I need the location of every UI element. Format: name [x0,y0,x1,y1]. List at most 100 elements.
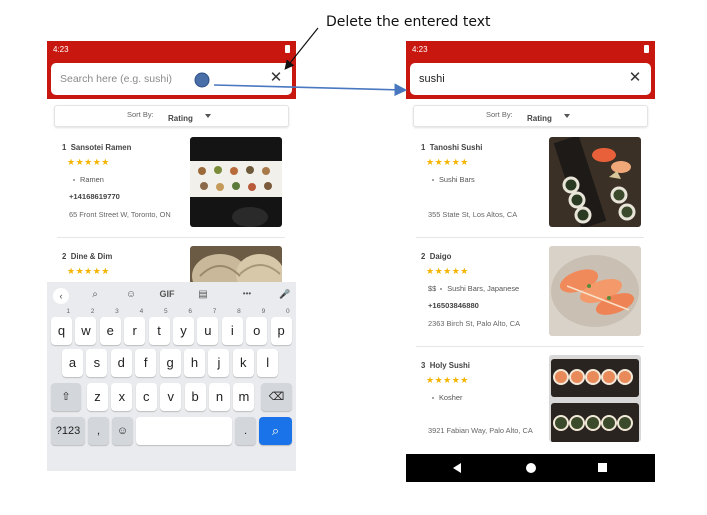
comma-key[interactable]: , [88,417,109,445]
more-icon[interactable]: ••• [238,289,256,298]
home-icon[interactable] [526,463,536,473]
sort-dropdown[interactable]: Sort By: Rating [413,105,648,127]
key-number-hint: 5 [163,308,168,315]
key-number-hint: 8 [237,308,241,315]
key-q[interactable]: q1 [51,308,72,345]
sort-label: Sort By: [127,110,154,119]
salmon-sashimi-photo[interactable] [549,246,641,336]
clear-search-icon[interactable]: ✕ [268,70,284,86]
sort-value[interactable]: Rating [168,114,193,123]
result-category: Sushi Bars [432,175,475,184]
chevron-down-icon[interactable] [564,114,570,118]
key-s[interactable]: s [86,349,108,377]
key-d[interactable]: d [110,349,132,377]
search-key[interactable]: ⌕ [259,417,292,445]
result-phone[interactable]: +14168619770 [69,192,120,201]
key-p[interactable]: p0 [270,308,292,345]
result-address: 3921 Fabian Way, Palo Alto, CA [428,426,533,435]
key-o[interactable]: o9 [246,308,268,345]
key-number-hint: 9 [261,308,266,315]
key-number-hint: 6 [188,308,192,315]
key-m[interactable]: m [233,383,255,411]
key-n[interactable]: n [209,383,230,411]
key-t[interactable]: t5 [148,308,170,345]
sort-value[interactable]: Rating [527,114,552,123]
key-g[interactable]: g [159,349,181,377]
divider [416,346,644,347]
clipboard-icon[interactable]: ▤ [194,289,212,300]
right-screen: 4:23 sushi ✕ Sort By: Rating 1 Tanoshi S… [406,41,655,482]
key-a[interactable]: a [62,349,83,377]
recent-apps-icon[interactable] [598,463,607,472]
period-key[interactable]: . [235,417,256,445]
key-r[interactable]: r4 [124,308,146,345]
bullet-icon [73,179,75,182]
search-box[interactable]: Search here (e.g. sushi) ✕ [51,63,292,95]
key-u[interactable]: u7 [197,308,219,345]
rating-stars: ★★★★★ [67,266,110,276]
space-bar[interactable] [136,417,232,445]
key-x[interactable]: x [111,383,133,411]
key-z[interactable]: z [87,383,108,411]
key-c[interactable]: c [135,383,157,411]
search-box[interactable]: sushi ✕ [410,63,651,95]
sticker-icon[interactable]: ☺ [122,289,140,300]
key-k[interactable]: k [232,349,254,377]
divider [57,237,285,238]
divider [416,237,644,238]
bullet-icon [432,179,434,182]
chevron-down-icon[interactable] [205,114,211,118]
key-number-hint: 7 [212,308,217,315]
bullet-icon [432,397,434,400]
annotation-label: Delete the entered text [326,14,491,30]
result-address: 355 State St, Los Altos, CA [428,210,518,219]
bullet-icon [440,288,443,291]
battery-icon [644,45,649,53]
shift-key[interactable]: ⇧ [51,383,81,411]
sort-label: Sort By: [486,110,513,119]
backspace-key[interactable]: ⌫ [261,383,292,411]
key-h[interactable]: h [184,349,205,377]
key-e[interactable]: e3 [99,308,121,345]
key-v[interactable]: v [160,383,182,411]
rating-stars: ★★★★★ [426,375,469,385]
sushi-tray-photo[interactable] [549,355,641,442]
key-number-hint: 0 [285,308,290,315]
search-placeholder[interactable]: Search here (e.g. sushi) [60,73,172,85]
result-title: 2 Dine & Dim [62,252,113,261]
key-i[interactable]: i8 [221,308,243,345]
key-w[interactable]: w2 [75,308,97,345]
rating-stars: ★★★★★ [426,266,469,276]
key-y[interactable]: y6 [173,308,194,345]
gif-button[interactable]: GIF [155,289,179,299]
result-title: 1 Tanoshi Sushi [421,143,483,152]
result-address: 65 Front Street W, Toronto, ON [69,210,171,219]
key-b[interactable]: b [184,383,206,411]
sort-dropdown[interactable]: Sort By: Rating [54,105,289,127]
search-input[interactable]: sushi [419,73,445,85]
key-number-hint: 1 [66,308,70,315]
emoji-key[interactable]: ☺ [112,417,133,445]
result-category: $$ Sushi Bars, Japanese [428,284,520,293]
result-title: 1 Sansotei Ramen [62,143,132,152]
keyboard-back-icon[interactable]: ‹ [53,288,69,304]
key-f[interactable]: f [135,349,157,377]
microphone-icon[interactable]: 🎤 [276,289,294,300]
keyboard-toolbar: ‹ ⌕ ☺ GIF ▤ ••• 🎤 [47,282,296,310]
result-phone[interactable]: +16503846880 [428,301,479,310]
key-j[interactable]: j [208,349,230,377]
on-screen-keyboard[interactable]: ‹ ⌕ ☺ GIF ▤ ••• 🎤 q1w2e3r4t5y6u7i8o9p0 as… [47,282,296,471]
status-bar: 4:23 [406,41,655,58]
key-l[interactable]: l [257,349,279,377]
keyboard-search-icon[interactable]: ⌕ [86,289,104,300]
battery-icon [285,45,290,53]
navigation-bar [406,454,655,482]
key-number-hint: 2 [90,308,95,315]
symbols-key[interactable]: ?123 [51,417,85,445]
bento-display-photo[interactable] [190,137,282,227]
status-time: 4:23 [412,45,428,54]
result-title: 2 Daigo [421,252,452,261]
sushi-rolls-photo[interactable] [549,137,641,227]
back-icon[interactable] [453,463,461,473]
clear-search-icon[interactable]: ✕ [627,70,643,86]
